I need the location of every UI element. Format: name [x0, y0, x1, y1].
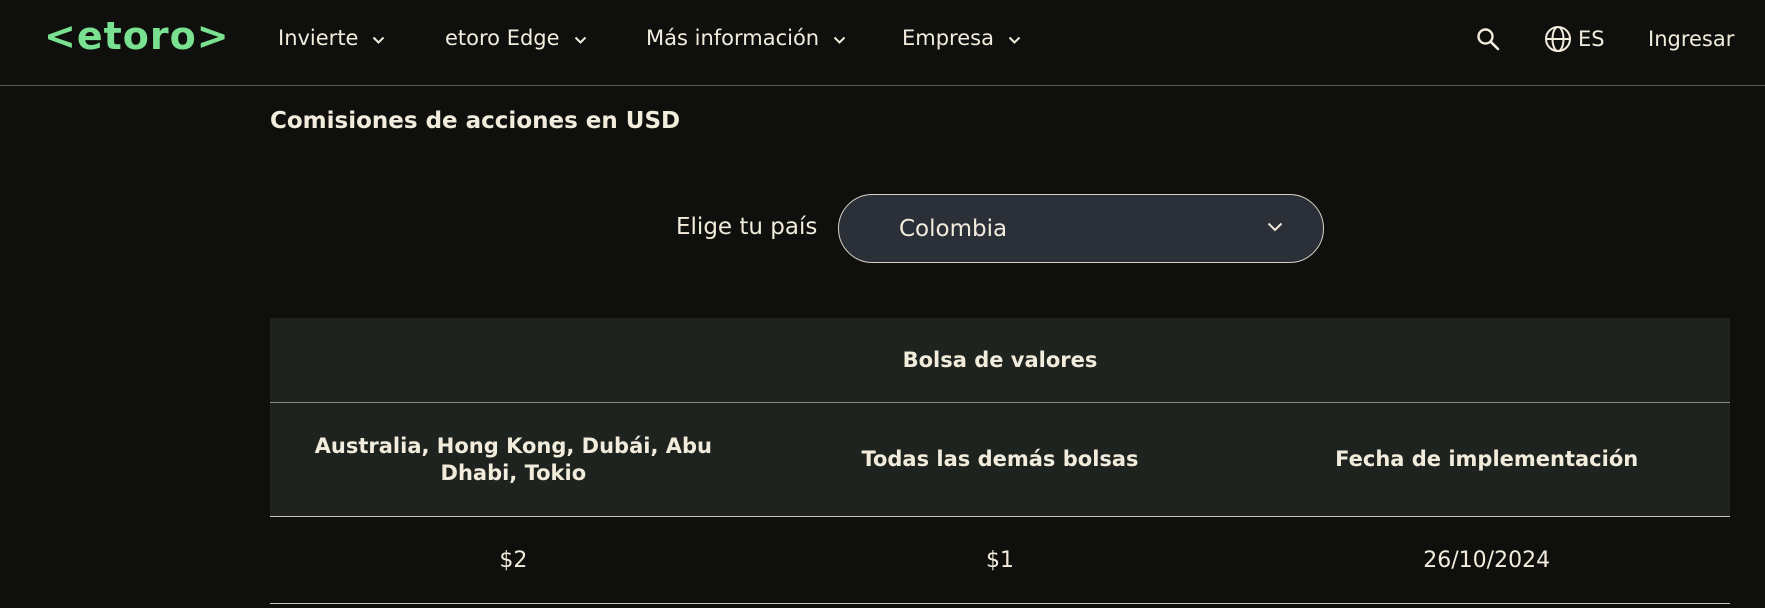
column-header-implementation-date: Fecha de implementación	[1335, 447, 1639, 471]
nav-item-label: etoro Edge	[445, 26, 560, 50]
nav-item-etoro-edge[interactable]: etoro Edge	[445, 22, 587, 54]
chevron-down-icon	[1267, 222, 1283, 232]
table-group-header-label: Bolsa de valores	[902, 348, 1098, 372]
table-column-headers: Australia, Hong Kong, Dubái, Abu Dhabi, …	[270, 403, 1730, 517]
table-row: $2 $1 26/10/2024	[270, 517, 1730, 604]
country-select-value: Colombia	[899, 215, 1008, 242]
globe-icon	[1545, 26, 1571, 52]
fee-table: Bolsa de valores Australia, Hong Kong, D…	[270, 318, 1730, 604]
chevron-down-icon	[574, 36, 586, 44]
etoro-logo[interactable]: <etoro>	[44, 12, 230, 60]
chevron-down-icon	[1008, 36, 1021, 44]
country-select[interactable]: Colombia	[838, 194, 1324, 263]
nav-item-label: Empresa	[902, 26, 994, 50]
section-title: Comisiones de acciones en USD	[270, 108, 681, 134]
search-button[interactable]	[1476, 22, 1500, 56]
language-code: ES	[1578, 27, 1605, 51]
nav-item-mas-informacion[interactable]: Más información	[646, 22, 846, 54]
table-cell: $1	[986, 547, 1014, 573]
top-navigation-bar: <etoro> Invierte etoro Edge Más informac…	[0, 0, 1765, 86]
search-icon	[1477, 28, 1500, 51]
language-selector[interactable]: ES	[1544, 22, 1605, 56]
nav-item-invierte[interactable]: Invierte	[278, 22, 385, 54]
nav-item-label: Invierte	[278, 26, 359, 50]
table-group-header: Bolsa de valores	[270, 318, 1730, 403]
login-label: Ingresar	[1648, 27, 1735, 51]
nav-item-empresa[interactable]: Empresa	[902, 22, 1021, 54]
column-header-asia-exchanges: Australia, Hong Kong, Dubái, Abu Dhabi, …	[314, 433, 712, 485]
table-cell: $2	[499, 547, 528, 573]
chevron-down-icon	[373, 36, 385, 44]
table-cell: 26/10/2024	[1423, 547, 1551, 573]
chevron-down-icon	[833, 36, 846, 44]
country-label: Elige tu país	[676, 214, 818, 240]
login-button[interactable]: Ingresar	[1648, 22, 1734, 56]
column-header-other-exchanges: Todas las demás bolsas	[861, 447, 1139, 471]
nav-item-label: Más información	[646, 26, 820, 50]
